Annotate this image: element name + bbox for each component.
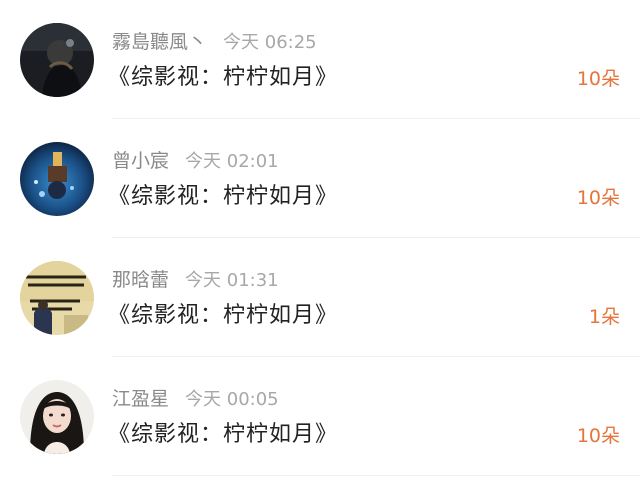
- avatar[interactable]: [20, 261, 94, 335]
- list-item[interactable]: 那晗蕾 今天 01:31 《综影视：柠柠如月》 1朵: [0, 238, 640, 357]
- avatar[interactable]: [20, 380, 94, 454]
- flower-count: 10朵: [576, 68, 620, 90]
- timestamp: 今天 01:31: [185, 270, 279, 291]
- item-meta: 江盈星 今天 00:05: [112, 387, 279, 411]
- avatar[interactable]: [20, 142, 94, 216]
- divider: [112, 475, 640, 476]
- username[interactable]: 那晗蕾: [112, 269, 169, 291]
- list-item[interactable]: 霧島聽風丶 今天 06:25 《综影视：柠柠如月》 10朵: [0, 0, 640, 119]
- item-meta: 曾小宸 今天 02:01: [112, 149, 279, 173]
- girl-portrait-avatar-icon: [20, 380, 94, 454]
- book-title[interactable]: 《综影视：柠柠如月》: [108, 181, 338, 213]
- blue-night-photo-avatar-icon: [20, 142, 94, 216]
- book-title[interactable]: 《综影视：柠柠如月》: [108, 300, 338, 332]
- poster-wall-avatar-icon: [20, 261, 94, 335]
- list-item[interactable]: 曾小宸 今天 02:01 《综影视：柠柠如月》 10朵: [0, 119, 640, 238]
- username[interactable]: 曾小宸: [112, 150, 169, 172]
- timestamp: 今天 02:01: [185, 151, 279, 172]
- username[interactable]: 霧島聽風丶: [112, 31, 207, 53]
- flower-count: 10朵: [576, 187, 620, 209]
- book-title[interactable]: 《综影视：柠柠如月》: [108, 419, 338, 451]
- timestamp: 今天 00:05: [185, 389, 279, 410]
- list-item[interactable]: 江盈星 今天 00:05 《综影视：柠柠如月》 10朵: [0, 357, 640, 476]
- flower-count: 10朵: [576, 425, 620, 447]
- dark-portrait-avatar-icon: [20, 23, 94, 97]
- avatar[interactable]: [20, 23, 94, 97]
- flower-count: 1朵: [588, 306, 620, 328]
- book-title[interactable]: 《综影视：柠柠如月》: [108, 62, 338, 94]
- item-meta: 那晗蕾 今天 01:31: [112, 268, 279, 292]
- username[interactable]: 江盈星: [112, 388, 169, 410]
- timestamp: 今天 06:25: [223, 32, 317, 53]
- item-meta: 霧島聽風丶 今天 06:25: [112, 30, 317, 54]
- supporter-list: 霧島聽風丶 今天 06:25 《综影视：柠柠如月》 10朵 曾小宸 今天 02:…: [0, 0, 640, 479]
